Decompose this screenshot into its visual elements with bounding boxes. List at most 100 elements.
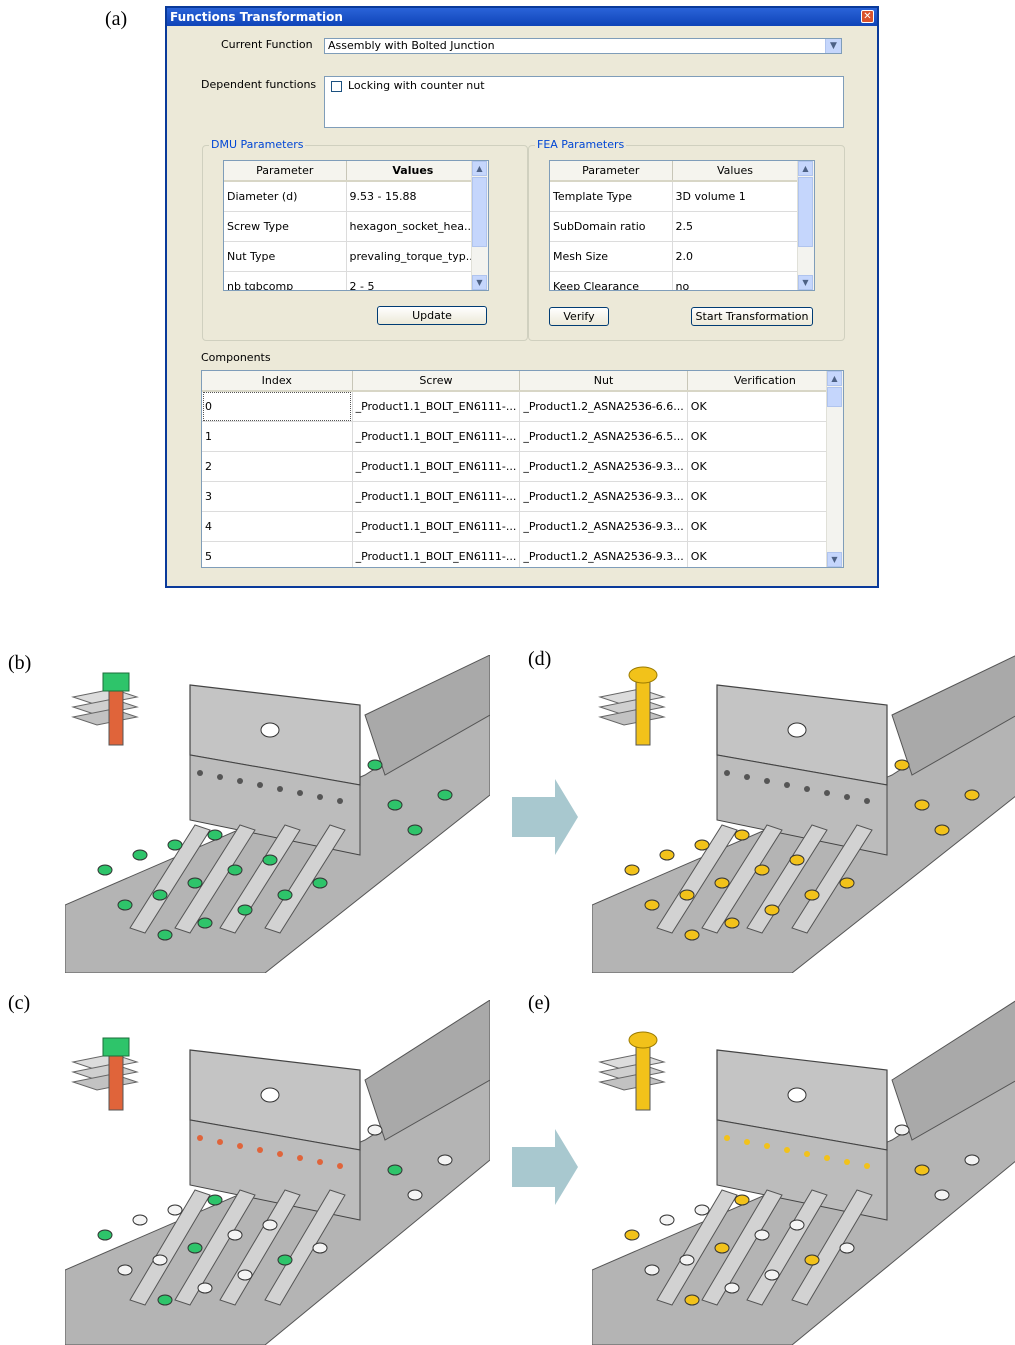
table-row[interactable]: Diameter (d) 9.53 - 15.88 xyxy=(224,181,481,212)
fastener-marker xyxy=(197,917,213,929)
components-grid: Index Screw Nut Verification 0 _Product1… xyxy=(201,370,844,568)
table-row[interactable]: Nut Type prevaling_torque_typ... xyxy=(224,241,481,272)
locking-counter-nut-checkbox[interactable] xyxy=(331,81,342,92)
table-row[interactable]: 2 _Product1.1_BOLT_EN6111-... _Product1.… xyxy=(202,451,843,482)
dmu-parameters-grid: Parameter Values Diameter (d) 9.53 - 15.… xyxy=(223,160,489,291)
screw-cell: _Product1.1_BOLT_EN6111-... xyxy=(352,541,521,567)
fea-value-cell[interactable]: no xyxy=(672,271,799,290)
inset-head xyxy=(628,666,658,684)
close-icon[interactable]: ✕ xyxy=(861,10,874,23)
table-row[interactable]: Screw Type hexagon_socket_hea... xyxy=(224,211,481,242)
inset-head xyxy=(628,1031,658,1049)
index-cell: 2 xyxy=(202,451,353,482)
dmu-value-cell[interactable]: hexagon_socket_hea... xyxy=(346,211,481,242)
bolt-hole xyxy=(784,1147,790,1153)
components-header-screw[interactable]: Screw xyxy=(352,371,521,392)
bolt-hole xyxy=(744,1139,750,1145)
fastener-marker xyxy=(407,1189,423,1201)
components-header-index[interactable]: Index xyxy=(202,371,353,392)
dialog-titlebar[interactable]: Functions Transformation ✕ xyxy=(167,8,877,26)
chevron-down-icon[interactable]: ▼ xyxy=(825,39,841,53)
fastener-marker xyxy=(262,854,278,866)
scroll-up-icon[interactable]: ▲ xyxy=(827,371,842,386)
dmu-value-cell[interactable]: prevaling_torque_typ... xyxy=(346,241,481,272)
components-scrollbar[interactable]: ▲ ▼ xyxy=(826,371,843,567)
fastener-marker xyxy=(764,904,780,916)
fastener-marker xyxy=(914,1164,930,1176)
table-row[interactable]: 5 _Product1.1_BOLT_EN6111-... _Product1.… xyxy=(202,541,843,567)
fastener-marker xyxy=(734,829,750,841)
verification-cell: OK xyxy=(687,541,843,567)
components-header-verification[interactable]: Verification xyxy=(687,371,843,392)
fea-value-cell[interactable]: 2.5 xyxy=(672,211,799,242)
dmu-header-values[interactable]: Values xyxy=(346,161,481,182)
fea-parameters-title: FEA Parameters xyxy=(535,138,627,151)
dmu-header-parameter[interactable]: Parameter xyxy=(224,161,347,182)
fea-value-cell[interactable]: 2.0 xyxy=(672,241,799,272)
fastener-marker xyxy=(694,839,710,851)
bolt-hole xyxy=(764,1143,770,1149)
table-row[interactable]: 1 _Product1.1_BOLT_EN6111-... _Product1.… xyxy=(202,421,843,452)
scroll-thumb[interactable] xyxy=(827,387,842,407)
dependent-functions-list: Locking with counter nut xyxy=(324,76,844,128)
dmu-value-cell[interactable]: 9.53 - 15.88 xyxy=(346,181,481,212)
table-row[interactable]: 0 _Product1.1_BOLT_EN6111-... _Product1.… xyxy=(202,391,843,422)
fea-param-cell: Keep Clearance xyxy=(550,271,673,290)
verification-cell: OK xyxy=(687,391,843,422)
plate-hole xyxy=(787,722,807,738)
table-row[interactable]: Template Type 3D volume 1 xyxy=(550,181,799,212)
render-panel-e xyxy=(592,1000,1015,1345)
inset-shaft xyxy=(635,674,651,746)
screw-cell: _Product1.1_BOLT_EN6111-... xyxy=(352,451,521,482)
dmu-scrollbar[interactable]: ▲ ▼ xyxy=(471,161,488,290)
fea-bolt-icon xyxy=(598,1031,666,1111)
plate-hole xyxy=(260,1087,280,1103)
current-function-select[interactable]: Assembly with Bolted Junction ▼ xyxy=(324,38,842,54)
components-header-nut[interactable]: Nut xyxy=(519,371,688,392)
bolt-hole xyxy=(237,778,243,784)
fastener-marker xyxy=(964,1154,980,1166)
verification-cell: OK xyxy=(687,451,843,482)
scroll-thumb[interactable] xyxy=(472,177,487,247)
scroll-down-icon[interactable]: ▼ xyxy=(798,275,813,290)
scroll-down-icon[interactable]: ▼ xyxy=(827,552,842,567)
verification-cell: OK xyxy=(687,421,843,452)
fea-value-cell[interactable]: 3D volume 1 xyxy=(672,181,799,212)
components-label: Components xyxy=(201,351,271,364)
fastener-marker xyxy=(724,917,740,929)
nut-cell: _Product1.2_ASNA2536-6.6... xyxy=(519,391,688,422)
fea-header-parameter[interactable]: Parameter xyxy=(550,161,673,182)
screw-cell: _Product1.1_BOLT_EN6111-... xyxy=(352,391,521,422)
fastener-marker xyxy=(152,1254,168,1266)
update-button[interactable]: Update xyxy=(377,306,487,325)
table-row[interactable]: 3 _Product1.1_BOLT_EN6111-... _Product1.… xyxy=(202,481,843,512)
verify-button[interactable]: Verify xyxy=(549,307,609,326)
table-row[interactable]: Keep Clearance no xyxy=(550,271,799,290)
scroll-down-icon[interactable]: ▼ xyxy=(472,275,487,290)
scroll-thumb[interactable] xyxy=(798,177,813,247)
fastener-marker xyxy=(724,1282,740,1294)
table-row[interactable]: nb tgbcomp 2 - 5 xyxy=(224,271,481,290)
table-row[interactable]: SubDomain ratio 2.5 xyxy=(550,211,799,242)
dmu-param-cell: Screw Type xyxy=(224,211,347,242)
render-panel-b xyxy=(65,655,490,973)
dmu-value-cell[interactable]: 2 - 5 xyxy=(346,271,481,290)
dmu-parameters-group: DMU Parameters Parameter Values Diameter… xyxy=(202,138,528,341)
render-panel-c xyxy=(65,1000,490,1345)
scroll-up-icon[interactable]: ▲ xyxy=(472,161,487,176)
bolt-hole xyxy=(864,798,870,804)
fastener-marker xyxy=(964,789,980,801)
table-row[interactable]: 4 _Product1.1_BOLT_EN6111-... _Product1.… xyxy=(202,511,843,542)
start-transformation-button[interactable]: Start Transformation xyxy=(691,307,813,326)
fastener-marker xyxy=(754,1229,770,1241)
fea-header-values[interactable]: Values xyxy=(672,161,799,182)
fea-scrollbar[interactable]: ▲ ▼ xyxy=(797,161,814,290)
bolt-hole xyxy=(197,770,203,776)
fastener-marker xyxy=(312,877,328,889)
table-row[interactable]: Mesh Size 2.0 xyxy=(550,241,799,272)
fastener-marker xyxy=(437,789,453,801)
fastener-marker xyxy=(387,799,403,811)
fastener-marker xyxy=(277,1254,293,1266)
fastener-marker xyxy=(659,849,675,861)
scroll-up-icon[interactable]: ▲ xyxy=(798,161,813,176)
